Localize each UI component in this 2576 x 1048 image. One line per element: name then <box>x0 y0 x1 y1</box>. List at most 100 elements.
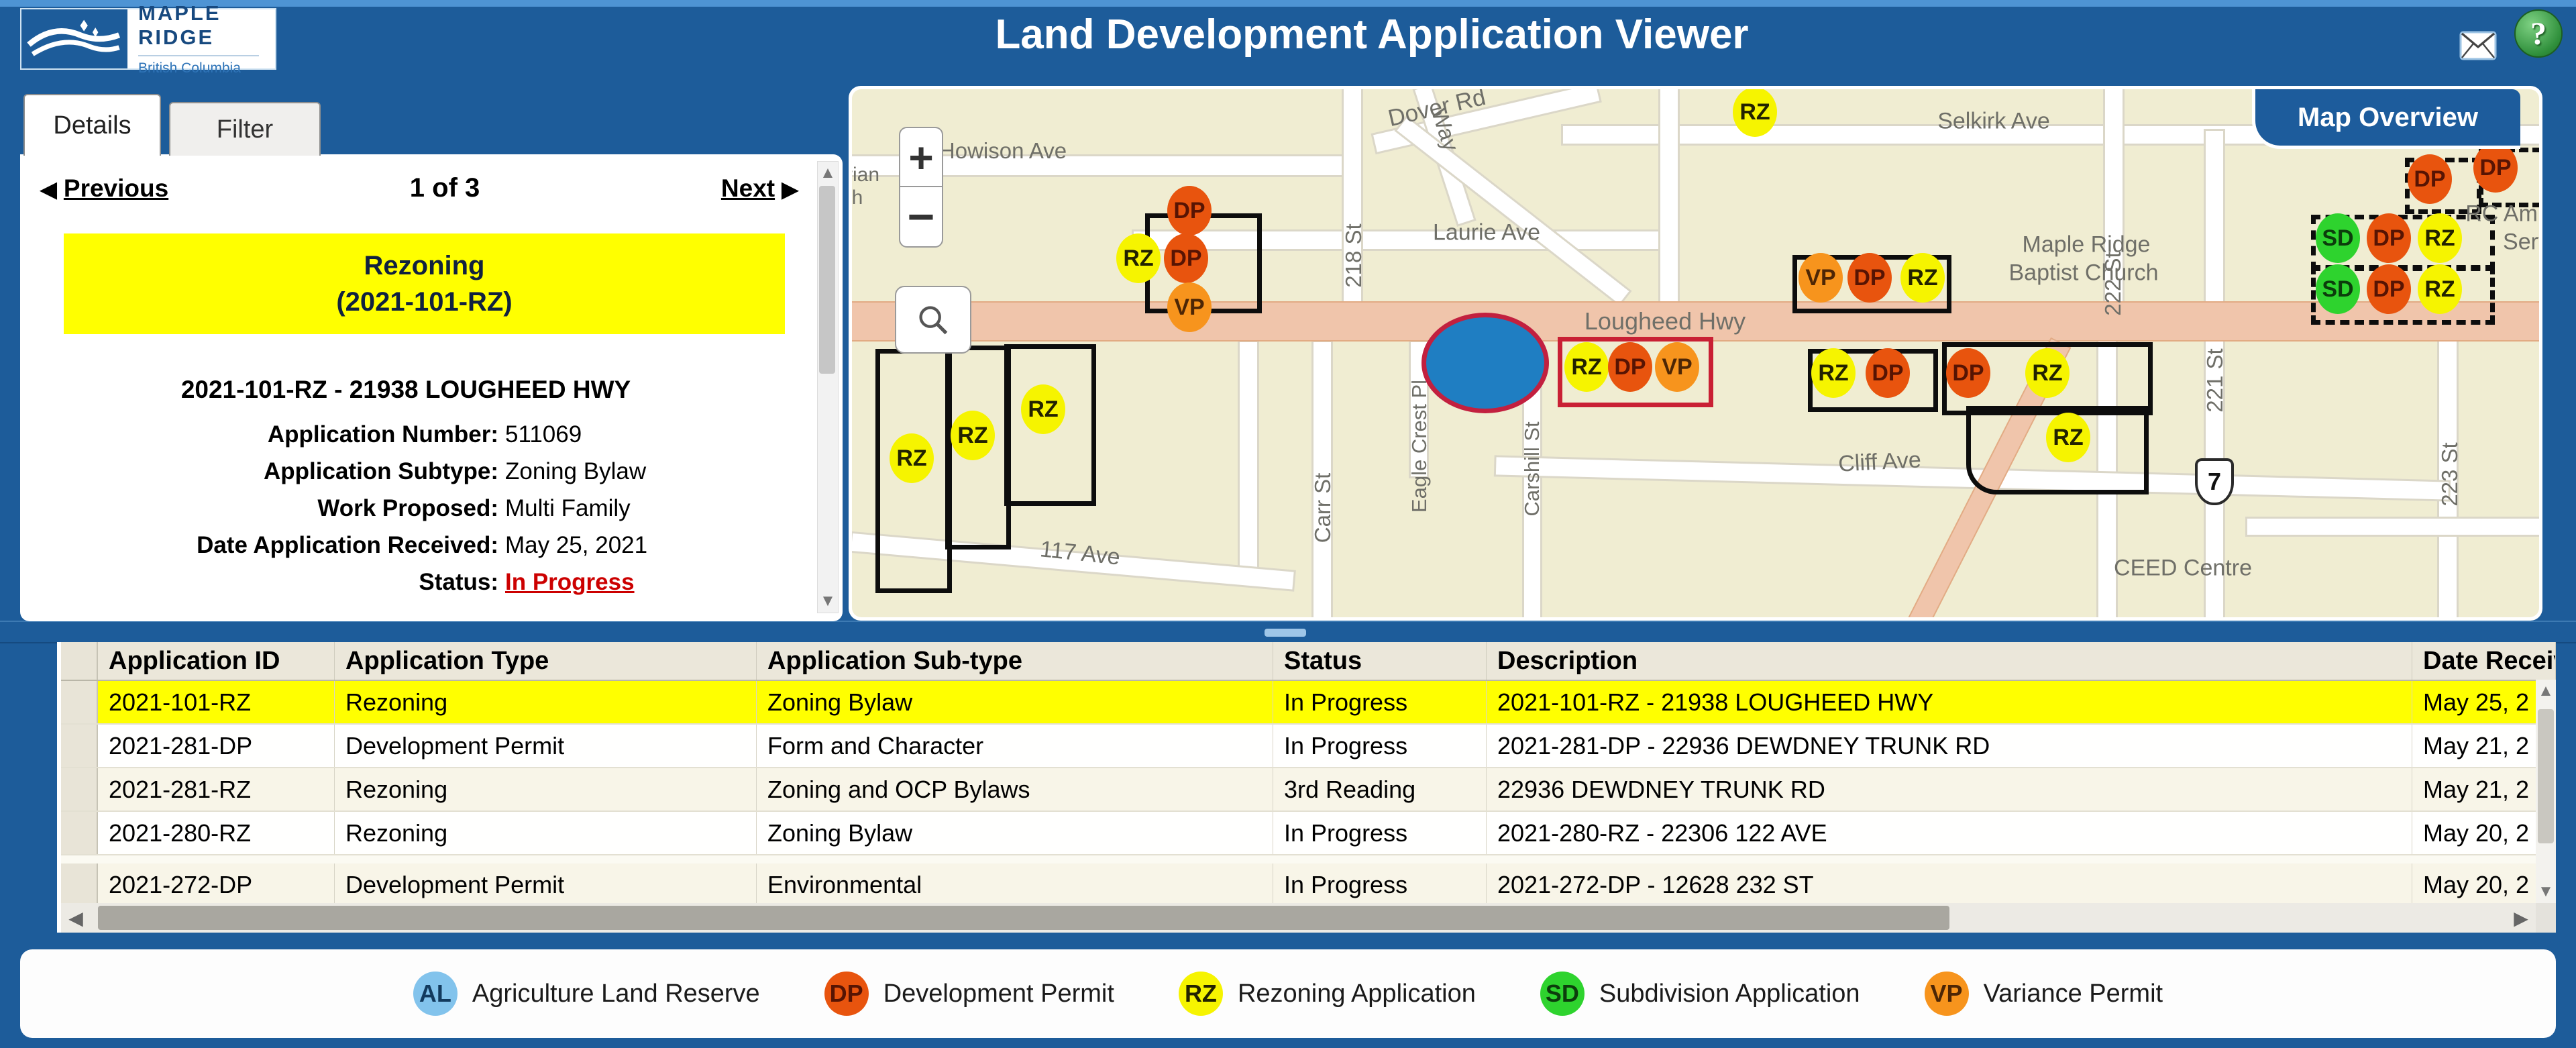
table-vscroll-thumb[interactable] <box>2538 709 2554 843</box>
map-marker-sd[interactable]: SD <box>2316 213 2360 263</box>
column-header[interactable]: Application Sub-type <box>757 642 1273 680</box>
column-header[interactable]: Application Type <box>335 642 757 680</box>
map-marker-rz[interactable]: RZ <box>2418 213 2462 263</box>
map-marker-rz[interactable]: RZ <box>2418 264 2462 314</box>
table-cell: May 20, 2 <box>2412 812 2556 854</box>
scroll-down-icon[interactable]: ▼ <box>818 591 838 611</box>
panel-splitter[interactable] <box>0 621 2576 643</box>
field-label: Date Application Received: <box>20 532 498 559</box>
map-marker-vp[interactable]: VP <box>1167 282 1212 332</box>
map-marker-rz[interactable]: RZ <box>1021 384 1065 434</box>
table-row[interactable]: 2021-281-DPDevelopment PermitForm and Ch… <box>61 725 2556 768</box>
table-horizontal-scrollbar[interactable]: ◀ ▶ <box>61 903 2536 933</box>
map-overview-button[interactable]: Map Overview <box>2252 89 2520 149</box>
legend-label: Subdivision Application <box>1599 980 1860 1008</box>
minus-icon: − <box>908 190 935 244</box>
map-marker-dp[interactable]: DP <box>2367 264 2411 314</box>
street-label: CEED Centre <box>2114 556 2252 582</box>
table-cell: May 21, 2 <box>2412 725 2556 767</box>
help-question-mark: ? <box>2530 15 2546 52</box>
table-cell: Development Permit <box>335 863 757 906</box>
legend-item-al: ALAgriculture Land Reserve <box>413 972 760 1016</box>
map-marker-rz[interactable]: RZ <box>1811 348 1856 398</box>
scroll-right-icon[interactable]: ▶ <box>2506 903 2536 933</box>
map-marker-rz[interactable]: RZ <box>1116 233 1161 283</box>
map-search-button[interactable] <box>895 286 971 354</box>
map-marker-rz[interactable]: RZ <box>951 411 995 460</box>
street-label: Howison Ave <box>939 138 1067 164</box>
table-vertical-scrollbar[interactable]: ▲ ▼ <box>2536 680 2556 903</box>
field-value: Zoning Bylaw <box>505 458 646 485</box>
tab-details[interactable]: Details <box>23 94 161 156</box>
street-label: Baptist Church <box>2009 260 2159 286</box>
mail-icon[interactable] <box>2459 31 2497 60</box>
table-cell: Environmental <box>757 863 1273 906</box>
map-marker-rz[interactable]: RZ <box>1733 89 1777 137</box>
selected-site-highlight[interactable] <box>1421 313 1549 413</box>
tab-filter[interactable]: Filter <box>169 102 321 156</box>
map-marker-sd[interactable]: SD <box>2316 264 2360 314</box>
help-icon[interactable]: ? <box>2514 9 2563 58</box>
table-row[interactable]: 2021-101-RZRezoningZoning BylawIn Progre… <box>61 681 2556 725</box>
search-icon <box>916 303 951 337</box>
map-marker-rz[interactable]: RZ <box>890 433 934 483</box>
scroll-down-icon[interactable]: ▼ <box>2536 882 2556 902</box>
map-marker-rz[interactable]: RZ <box>2025 348 2070 398</box>
banner-id: (2021-101-RZ) <box>336 284 512 320</box>
zoom-in-button[interactable]: + <box>899 127 943 189</box>
map-marker-dp[interactable]: DP <box>1946 348 1990 398</box>
details-scrollbar[interactable]: ▲ ▼ <box>817 161 839 613</box>
status-link[interactable]: In Progress <box>505 569 635 596</box>
street-label: h <box>852 187 863 209</box>
column-header[interactable]: Application ID <box>98 642 335 680</box>
scroll-up-icon[interactable]: ▲ <box>2536 681 2556 701</box>
table-hscroll-thumb[interactable] <box>98 906 1949 930</box>
table-row[interactable]: 2021-280-RZRezoningZoning BylawIn Progre… <box>61 812 2556 855</box>
maple-ridge-logo: MAPLE RIDGE British Columbia <box>20 8 276 70</box>
map-marker-dp[interactable]: DP <box>2408 154 2452 204</box>
map-marker-vp[interactable]: VP <box>1799 253 1843 303</box>
map-overview-label: Map Overview <box>2298 103 2478 133</box>
map-canvas[interactable]: Howison AveDover RdWay218 StrianhSelkirk… <box>852 89 2539 617</box>
scroll-up-icon[interactable]: ▲ <box>818 163 838 183</box>
street-label: Lougheed Hwy <box>1585 307 1746 335</box>
zoom-out-button[interactable]: − <box>899 186 943 248</box>
detail-field: Application Number:511069 <box>20 421 792 448</box>
map-marker-dp[interactable]: DP <box>2367 213 2411 263</box>
column-header[interactable]: Date Receiv <box>2412 642 2556 680</box>
table-row[interactable]: 2021-281-RZRezoningZoning and OCP Bylaws… <box>61 768 2556 812</box>
map-marker-rz[interactable]: RZ <box>2046 413 2090 462</box>
details-scrollbar-thumb[interactable] <box>819 186 835 374</box>
map-marker-rz[interactable]: RZ <box>1564 342 1609 392</box>
map-marker-dp[interactable]: DP <box>2473 143 2518 193</box>
scrollbar-corner <box>2536 903 2556 933</box>
logo-text: MAPLE RIDGE British Columbia <box>127 9 275 68</box>
map-marker-dp[interactable]: DP <box>1608 342 1652 392</box>
table-body: 2021-101-RZRezoningZoning BylawIn Progre… <box>61 681 2556 907</box>
vp-legend-icon: VP <box>1925 972 1969 1016</box>
column-header[interactable]: Description <box>1487 642 2412 680</box>
legend-items: ALAgriculture Land ReserveDPDevelopment … <box>413 972 2163 1016</box>
map-marker-dp[interactable]: DP <box>1164 233 1208 283</box>
previous-record-link[interactable]: ◀ Previous <box>40 174 168 203</box>
scroll-left-icon[interactable]: ◀ <box>61 903 91 933</box>
next-record-link[interactable]: Next ▶ <box>721 174 798 203</box>
map-marker-vp[interactable]: VP <box>1655 342 1699 392</box>
map-marker-dp[interactable]: DP <box>1847 253 1892 303</box>
legend-label: Development Permit <box>883 980 1114 1008</box>
top-accent-strip <box>0 0 2576 7</box>
column-header[interactable]: Status <box>1273 642 1487 680</box>
map-frame: Howison AveDover RdWay218 StrianhSelkirk… <box>849 86 2542 621</box>
street-label: Selkirk Ave <box>1937 109 2050 135</box>
map-marker-dp[interactable]: DP <box>1866 348 1910 398</box>
table-cell: May 20, 2 <box>2412 863 2556 906</box>
map-marker-dp[interactable]: DP <box>1167 186 1212 235</box>
table-cell: Rezoning <box>335 681 757 723</box>
field-value: Multi Family <box>505 495 631 522</box>
sd-legend-icon: SD <box>1540 972 1585 1016</box>
page-title: Land Development Application Viewer <box>906 11 1838 58</box>
splitter-handle-icon[interactable] <box>1265 629 1306 637</box>
table-row[interactable]: 2021-272-DPDevelopment PermitEnvironment… <box>61 863 2556 907</box>
map-marker-rz[interactable]: RZ <box>1900 253 1945 303</box>
street-label: Carshill St <box>1520 421 1544 516</box>
